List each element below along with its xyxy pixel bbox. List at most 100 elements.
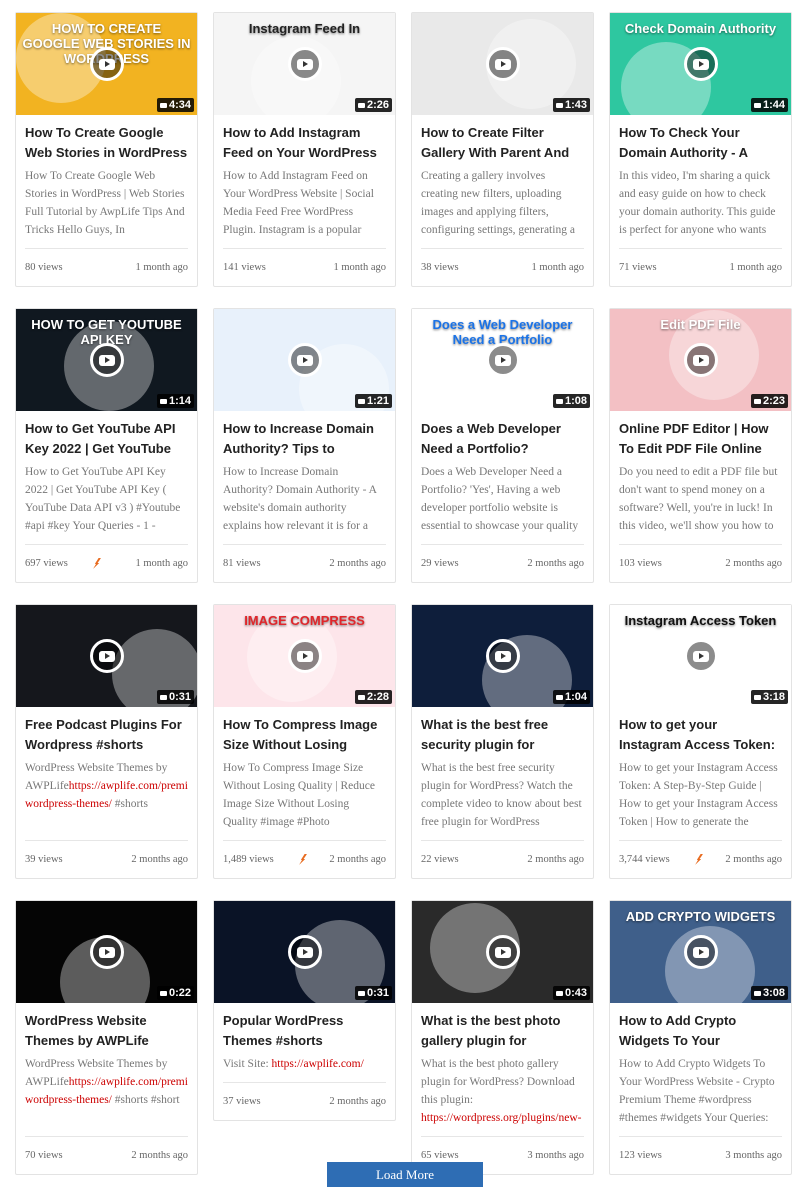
view-count: 22 views <box>421 854 459 865</box>
video-card[interactable]: 0:43 What is the best photo gallery plug… <box>411 900 594 1175</box>
play-icon[interactable] <box>485 935 520 969</box>
video-title[interactable]: What is the best free security plugin fo… <box>421 715 584 755</box>
play-icon[interactable] <box>485 47 520 81</box>
play-icon[interactable] <box>89 47 124 81</box>
description-link[interactable]: https://wordpress.org/plugins/new- <box>421 1112 581 1124</box>
video-card[interactable]: HOW TO CREATE GOOGLE WEB STORIES IN WORD… <box>15 12 198 287</box>
play-icon[interactable] <box>683 935 718 969</box>
published-time: 2 months ago <box>131 854 188 865</box>
video-card[interactable]: ADD CRYPTO WIDGETS 3:08 How to Add Crypt… <box>609 900 792 1175</box>
video-title[interactable]: Online PDF Editor | How To Edit PDF File… <box>619 419 782 459</box>
video-camera-icon <box>357 990 365 996</box>
video-thumbnail[interactable]: Check Domain Authority 1:44 <box>610 13 791 115</box>
video-title[interactable]: How To Create Google Web Stories in Word… <box>25 123 188 163</box>
video-title[interactable]: How to get your Instagram Access Token: … <box>619 715 782 755</box>
video-thumbnail[interactable]: Does a Web Developer Need a Portfolio 1:… <box>412 309 593 411</box>
video-thumbnail[interactable]: HOW TO CREATE GOOGLE WEB STORIES IN WORD… <box>16 13 197 115</box>
play-icon[interactable] <box>287 47 322 81</box>
video-thumbnail[interactable]: 0:31 <box>16 605 197 707</box>
play-icon[interactable] <box>89 639 124 673</box>
video-title[interactable]: What is the best photo gallery plugin fo… <box>421 1011 584 1051</box>
video-thumbnail[interactable]: Instagram Feed In 2:26 <box>214 13 395 115</box>
duration-badge: 1:44 <box>750 98 788 112</box>
play-icon[interactable] <box>287 343 322 377</box>
description-text: How to get your Instagram Access Token: … <box>619 762 778 828</box>
load-more-button[interactable]: Load More <box>327 1162 483 1187</box>
video-camera-icon <box>555 694 563 700</box>
thumbnail-text: ADD CRYPTO WIDGETS <box>625 909 776 924</box>
video-meta: 103 views 2 months ago <box>619 544 782 582</box>
video-thumbnail[interactable]: HOW TO GET YOUTUBE API KEY 1:14 <box>16 309 197 411</box>
video-card[interactable]: Instagram Access Token 3:18 How to get y… <box>609 604 792 879</box>
video-title[interactable]: Popular WordPress Themes #shorts <box>223 1011 386 1051</box>
video-description: Do you need to edit a PDF file but don't… <box>619 463 782 535</box>
video-title[interactable]: How to Increase Domain Authority? Tips t… <box>223 419 386 459</box>
description-text: What is the best photo gallery plugin fo… <box>421 1058 575 1106</box>
video-camera-icon <box>555 102 563 108</box>
published-time: 2 months ago <box>329 854 386 865</box>
play-icon[interactable] <box>287 935 322 969</box>
trending-icon <box>94 558 102 569</box>
video-meta: 71 views 1 month ago <box>619 248 782 286</box>
video-thumbnail[interactable]: 1:04 <box>412 605 593 707</box>
video-card[interactable]: 0:22 WordPress Website Themes by AWPLife… <box>15 900 198 1175</box>
video-thumbnail[interactable]: Instagram Access Token 3:18 <box>610 605 791 707</box>
video-title[interactable]: Free Podcast Plugins For Wordpress #shor… <box>25 715 188 755</box>
video-thumbnail[interactable]: 0:43 <box>412 901 593 1003</box>
video-title[interactable]: How to Get YouTube API Key 2022 | Get Yo… <box>25 419 188 459</box>
description-link[interactable]: https://awplife.com/ <box>272 1058 364 1070</box>
duration-badge: 3:08 <box>750 986 788 1000</box>
play-icon[interactable] <box>287 639 322 673</box>
video-thumbnail[interactable]: 1:43 <box>412 13 593 115</box>
video-card[interactable]: 1:04 What is the best free security plug… <box>411 604 594 879</box>
play-icon[interactable] <box>683 639 718 673</box>
play-icon[interactable] <box>683 47 718 81</box>
video-title[interactable]: How to Create Filter Gallery With Parent… <box>421 123 584 163</box>
view-count: 29 views <box>421 558 459 569</box>
video-camera-icon <box>159 398 167 404</box>
play-icon[interactable] <box>683 343 718 377</box>
video-thumbnail[interactable]: ADD CRYPTO WIDGETS 3:08 <box>610 901 791 1003</box>
video-description: WordPress Website Themes by AWPLifehttps… <box>25 1055 188 1127</box>
description-text: What is the best free security plugin fo… <box>421 762 582 828</box>
play-icon[interactable] <box>89 935 124 969</box>
video-meta: 141 views 1 month ago <box>223 248 386 286</box>
play-icon[interactable] <box>485 343 520 377</box>
video-thumbnail[interactable]: 0:31 <box>214 901 395 1003</box>
video-card[interactable]: Does a Web Developer Need a Portfolio 1:… <box>411 308 594 583</box>
view-count: 70 views <box>25 1150 63 1161</box>
video-card[interactable]: Edit PDF File 2:23 Online PDF Editor | H… <box>609 308 792 583</box>
published-time: 2 months ago <box>131 1150 188 1161</box>
thumbnail-text: Instagram Access Token <box>624 613 777 628</box>
video-card[interactable]: 1:21 How to Increase Domain Authority? T… <box>213 308 396 583</box>
view-count: 123 views <box>619 1150 662 1161</box>
video-card[interactable]: HOW TO GET YOUTUBE API KEY 1:14 How to G… <box>15 308 198 583</box>
video-card[interactable]: 0:31 Free Podcast Plugins For Wordpress … <box>15 604 198 879</box>
published-time: 2 months ago <box>527 558 584 569</box>
video-meta: 80 views 1 month ago <box>25 248 188 286</box>
play-icon[interactable] <box>485 639 520 673</box>
video-card[interactable]: 1:43 How to Create Filter Gallery With P… <box>411 12 594 287</box>
video-thumbnail[interactable]: 1:21 <box>214 309 395 411</box>
video-thumbnail[interactable]: Edit PDF File 2:23 <box>610 309 791 411</box>
play-icon[interactable] <box>89 343 124 377</box>
view-count: 1,489 views <box>223 854 274 865</box>
video-description: How to Add Instagram Feed on Your WordPr… <box>223 167 386 239</box>
video-title[interactable]: How To Check Your Domain Authority - A Q… <box>619 123 782 163</box>
video-card[interactable]: Check Domain Authority 1:44 How To Check… <box>609 12 792 287</box>
video-card[interactable]: IMAGE COMPRESS 2:28 How To Compress Imag… <box>213 604 396 879</box>
video-title[interactable]: Does a Web Developer Need a Portfolio? <box>421 419 584 459</box>
video-title[interactable]: How to Add Crypto Widgets To Your <box>619 1011 782 1051</box>
view-count: 65 views <box>421 1150 459 1161</box>
video-title[interactable]: How To Compress Image Size Without Losin… <box>223 715 386 755</box>
video-meta: 70 views 2 months ago <box>25 1136 188 1174</box>
video-title[interactable]: How to Add Instagram Feed on Your WordPr… <box>223 123 386 163</box>
duration-badge: 1:08 <box>552 394 590 408</box>
video-card[interactable]: 0:31 Popular WordPress Themes #shorts Vi… <box>213 900 396 1121</box>
video-thumbnail[interactable]: IMAGE COMPRESS 2:28 <box>214 605 395 707</box>
video-thumbnail[interactable]: 0:22 <box>16 901 197 1003</box>
video-description: Visit Site: https://awplife.com/ <box>223 1055 386 1073</box>
video-title[interactable]: WordPress Website Themes by AWPLife <box>25 1011 188 1051</box>
published-time: 3 months ago <box>725 1150 782 1161</box>
video-card[interactable]: Instagram Feed In 2:26 How to Add Instag… <box>213 12 396 287</box>
